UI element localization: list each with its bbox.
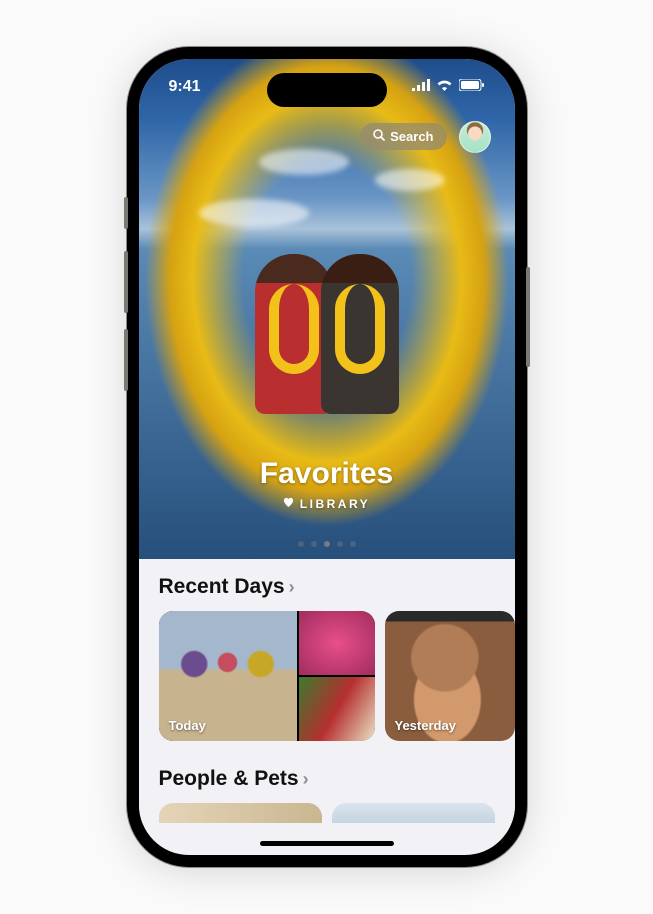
dynamic-island bbox=[267, 73, 387, 107]
home-indicator[interactable] bbox=[260, 841, 394, 846]
page-dot bbox=[350, 541, 356, 547]
recent-days-row[interactable]: Today Yesterday bbox=[139, 611, 515, 741]
page-indicator[interactable] bbox=[139, 541, 515, 547]
page-dot bbox=[298, 541, 304, 547]
power-button bbox=[526, 267, 530, 367]
section-title: People & Pets bbox=[159, 767, 299, 791]
hero-featured[interactable]: Search Favorites LIBRARY bbox=[139, 59, 515, 559]
day-card-yesterday[interactable]: Yesterday bbox=[385, 611, 515, 741]
page-dot bbox=[337, 541, 343, 547]
hero-label-group: Favorites LIBRARY bbox=[139, 457, 515, 511]
search-button[interactable]: Search bbox=[360, 123, 446, 150]
page-dot bbox=[311, 541, 317, 547]
status-time: 9:41 bbox=[169, 78, 201, 96]
volume-down-button bbox=[124, 329, 128, 391]
content-area: Recent Days › Today Yesterday People & P… bbox=[139, 559, 515, 823]
search-label: Search bbox=[390, 129, 433, 144]
silence-switch bbox=[124, 197, 128, 229]
chevron-right-icon: › bbox=[289, 577, 295, 598]
battery-icon bbox=[459, 78, 485, 96]
search-icon bbox=[373, 129, 385, 144]
device-frame: 9:41 bbox=[127, 47, 527, 867]
screen: 9:41 bbox=[139, 59, 515, 855]
wifi-icon bbox=[436, 78, 453, 96]
hero-subtitle-row: LIBRARY bbox=[139, 497, 515, 511]
people-pets-row[interactable] bbox=[139, 803, 515, 823]
volume-up-button bbox=[124, 251, 128, 313]
section-title: Recent Days bbox=[159, 575, 285, 599]
cellular-icon bbox=[412, 78, 430, 96]
card-label: Today bbox=[169, 718, 206, 733]
photo-thumbnail bbox=[299, 677, 375, 741]
photo-thumbnail bbox=[299, 611, 375, 675]
hero-subtitle: LIBRARY bbox=[300, 497, 370, 511]
people-pets-header[interactable]: People & Pets › bbox=[139, 767, 515, 803]
chevron-right-icon: › bbox=[303, 769, 309, 790]
card-label: Yesterday bbox=[395, 718, 456, 733]
person-card[interactable] bbox=[332, 803, 495, 823]
person-card[interactable] bbox=[159, 803, 322, 823]
day-card-today[interactable]: Today bbox=[159, 611, 375, 741]
profile-avatar[interactable] bbox=[459, 121, 491, 153]
heart-icon bbox=[283, 497, 294, 511]
page-dot-active bbox=[324, 541, 330, 547]
recent-days-header[interactable]: Recent Days › bbox=[139, 575, 515, 611]
hero-title: Favorites bbox=[139, 457, 515, 491]
